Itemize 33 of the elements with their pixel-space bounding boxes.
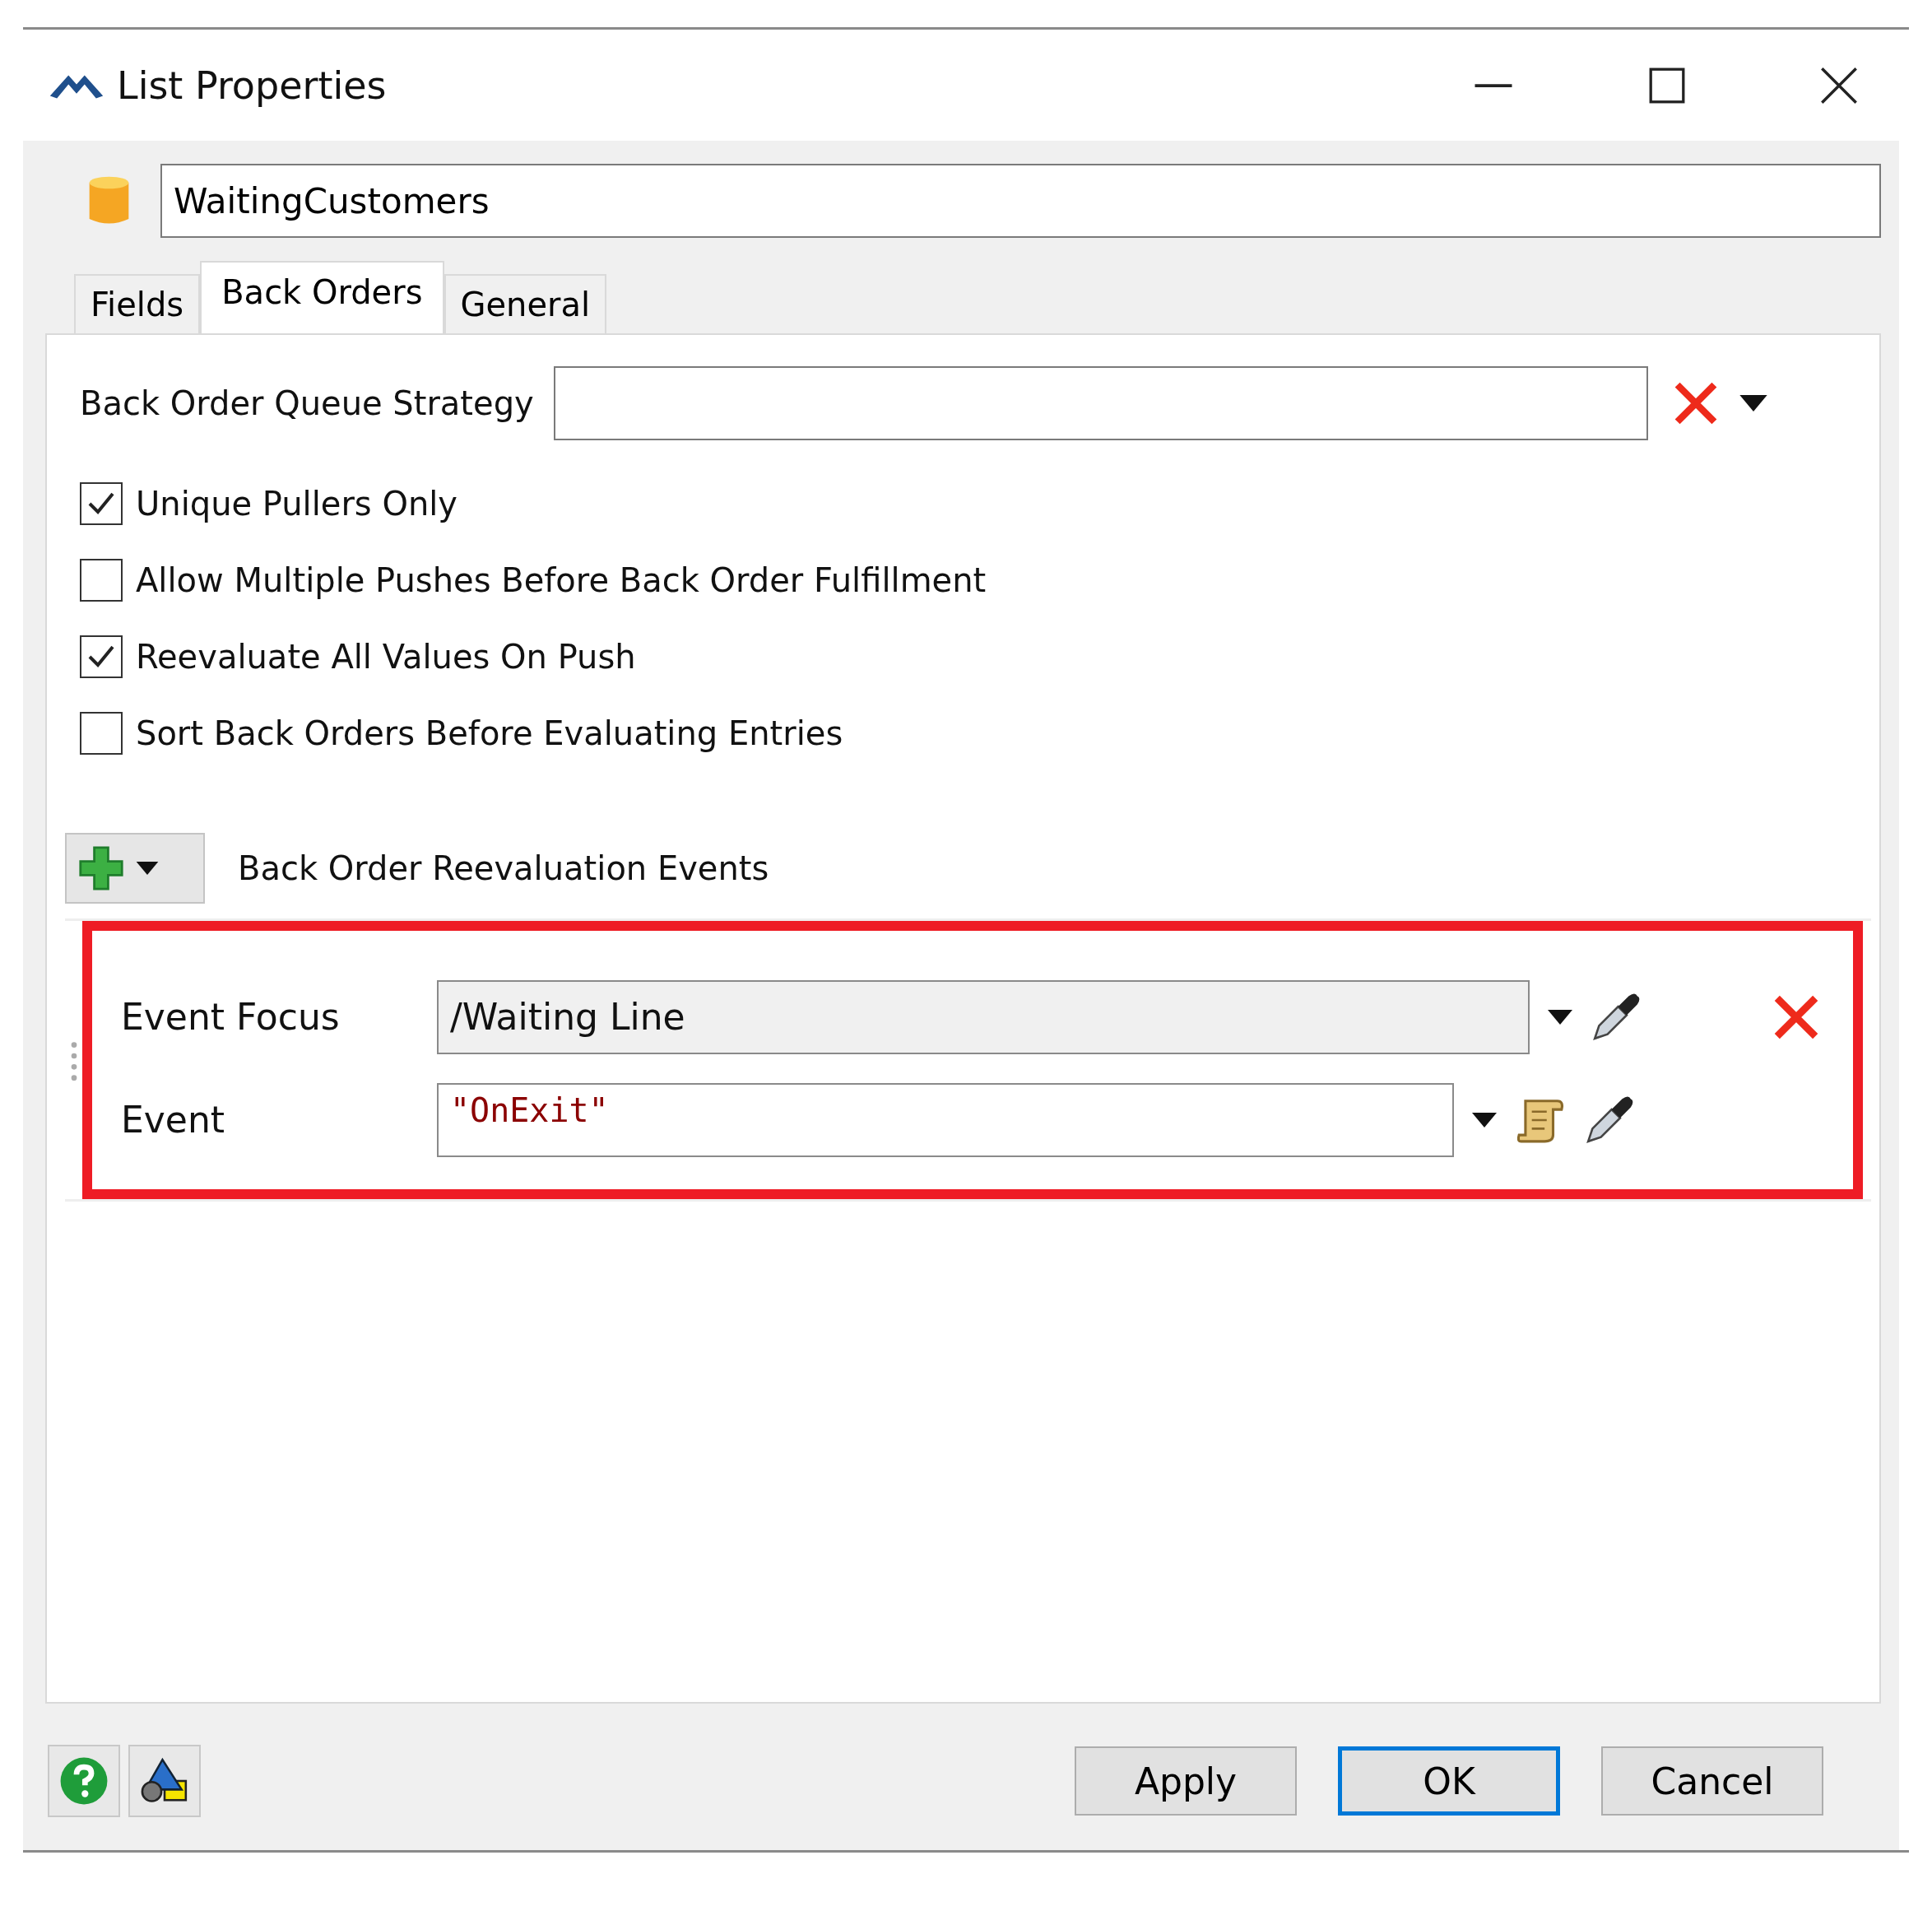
field-label: Event (121, 1099, 226, 1141)
dialog-button[interactable]: Apply (1075, 1746, 1297, 1816)
maximize-icon[interactable] (1649, 67, 1685, 104)
checkbox-label: Reevaluate All Values On Push (136, 637, 636, 676)
dialog-button[interactable]: OK (1338, 1746, 1560, 1816)
window-title: List Properties (117, 63, 387, 108)
help-button[interactable] (48, 1745, 120, 1817)
field-label: Back Order Queue Strategy (80, 384, 534, 422)
add-dropdown-button[interactable] (65, 833, 205, 904)
tab[interactable]: General (444, 274, 607, 333)
strategy-field[interactable] (553, 366, 1648, 440)
dropdown-caret-icon[interactable] (1738, 395, 1768, 411)
checkbox[interactable] (80, 635, 123, 678)
checkbox[interactable] (80, 558, 123, 602)
field-label: Event Focus (121, 996, 341, 1038)
tab[interactable]: Back Orders (200, 261, 444, 333)
tab[interactable]: Fields (74, 274, 201, 333)
dropdown-caret-icon[interactable] (1472, 1112, 1497, 1128)
caret-icon (136, 862, 159, 875)
checkbox-label: Sort Back Orders Before Evaluating Entries (136, 714, 843, 752)
plus-icon (78, 845, 124, 891)
checkbox[interactable] (80, 711, 123, 755)
checkbox-label: Allow Multiple Pushes Before Back Order Fulfillment (136, 560, 987, 599)
dropdown-caret-icon[interactable] (1548, 1009, 1572, 1025)
name-field[interactable]: WaitingCustomers (160, 164, 1881, 238)
dialog-button[interactable]: Cancel (1601, 1746, 1823, 1816)
close-icon[interactable] (1820, 66, 1858, 105)
event-field[interactable]: "OnExit" (437, 1082, 1454, 1157)
shapes-button[interactable] (128, 1745, 201, 1817)
section-title: Back Order Reevaluation Events (238, 849, 769, 887)
checkbox-label: Unique Pullers Only (136, 484, 458, 523)
checkbox[interactable] (80, 481, 123, 525)
event-field[interactable]: /Waiting Line (437, 979, 1530, 1054)
